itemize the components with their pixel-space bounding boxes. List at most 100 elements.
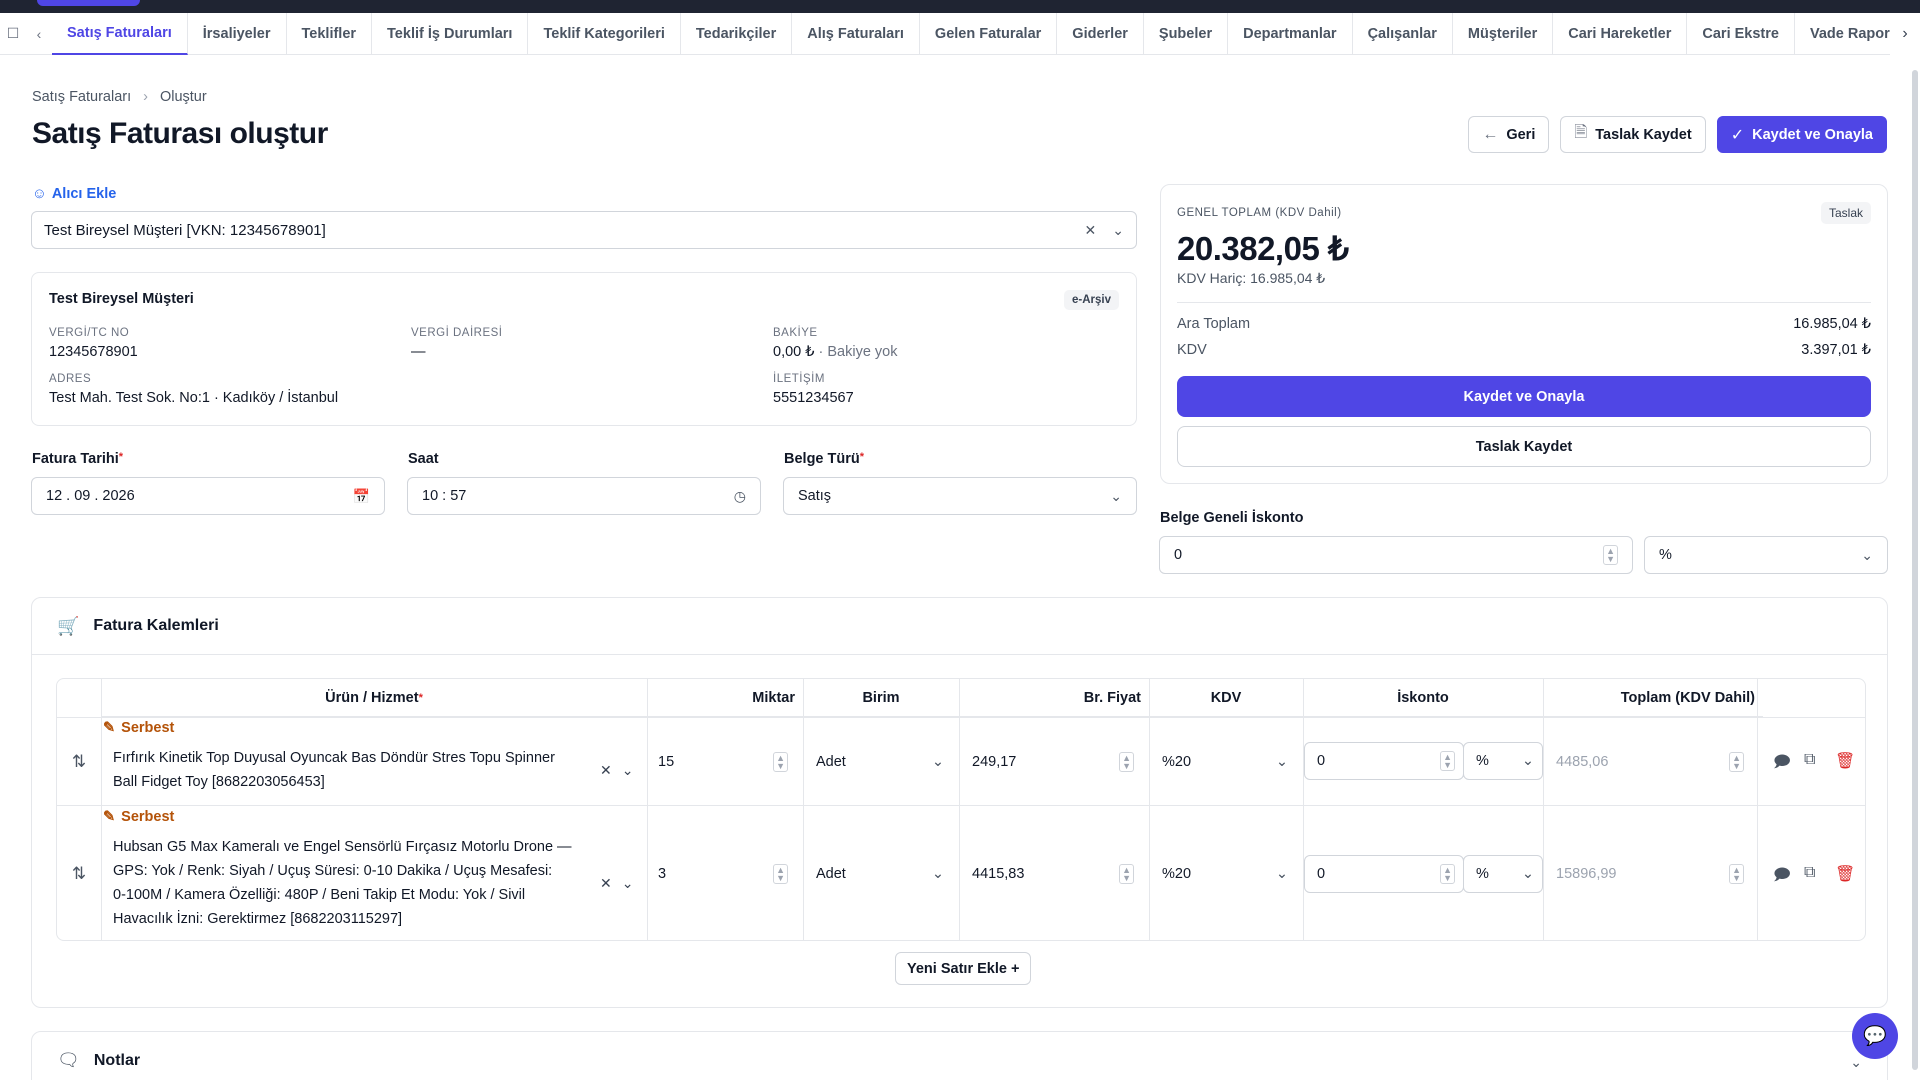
tab-tedarikciler[interactable]: Tedarikçiler (681, 12, 793, 55)
page-scrollbar[interactable] (1912, 70, 1918, 1070)
breadcrumb-parent[interactable]: Satış Faturaları (32, 89, 131, 105)
page-title: Satış Faturası oluştur (32, 117, 328, 150)
save-approve-button[interactable]: ✓ Kaydet ve Onayla (1716, 116, 1887, 153)
save-draft-button[interactable]: 🗎 Taslak Kaydet (1560, 116, 1706, 153)
row-2-discount-unit-select[interactable]: % ⌄ (1463, 855, 1543, 893)
tab-subeler[interactable]: Şubeler (1144, 12, 1229, 55)
stepper-icon[interactable]: ▲ ▼ (1440, 751, 1455, 771)
row-2-price: 4415,83 (972, 866, 1025, 882)
row-2-qty-input[interactable]: 3 ▲ ▼ (648, 806, 802, 940)
clear-icon[interactable]: ✕ (1085, 222, 1097, 239)
row-2-vat-select[interactable]: %20 ⌄ (1150, 806, 1302, 940)
add-recipient-link[interactable]: ☺ Alıcı Ekle (32, 186, 116, 202)
invoice-items-card: 🛒 Fatura Kalemleri Ürün / Hizmet * Miktar… (31, 597, 1888, 1008)
tab-cari-ekstre[interactable]: Cari Ekstre (1687, 12, 1795, 55)
row-1-total-value: 4485,06 (1556, 753, 1609, 770)
comment-icon[interactable]: 🗩 (1773, 864, 1791, 891)
row-2-product-line: Hubsan G5 Max Kameralı ve Engel Sensörlü… (113, 839, 572, 855)
chevron-down-icon[interactable]: ⌄ (1850, 1054, 1862, 1071)
chevron-down-icon: ⌄ (1521, 753, 1534, 769)
clock-icon[interactable]: ◷ (734, 488, 746, 505)
invoice-date-value: 12 . 09 . 2026 (46, 488, 135, 504)
row-1-discount-input[interactable]: 0 ▲ ▼ (1304, 742, 1464, 780)
row-2-price-input[interactable]: 4415,83 ▲ ▼ (960, 806, 1148, 940)
stepper-icon[interactable]: ▲ ▼ (1119, 751, 1134, 772)
chat-button[interactable]: 💬 (1852, 1013, 1898, 1059)
chevron-down-icon[interactable]: ⌄ (622, 762, 634, 779)
doc-discount-unit-select[interactable]: % ⌄ (1644, 536, 1888, 574)
contact-value: 5551234567 (773, 390, 854, 406)
row-2-sort-handle[interactable]: ⇅ (57, 806, 101, 940)
row-1-price-input[interactable]: 249,17 ▲ ▼ (960, 718, 1148, 805)
tabs-scroll-left-icon[interactable]: ‹ (26, 13, 52, 55)
contact-label: İLETİŞİM (773, 373, 825, 385)
header-actions: ← Geri 🗎 Taslak Kaydet ✓ Kaydet ve Onayl… (1468, 116, 1887, 153)
trash-icon[interactable]: 🗑 (1835, 864, 1855, 884)
tab-alis-faturalari[interactable]: Alış Faturaları (792, 12, 920, 55)
time-input[interactable]: 10 : 57 ◷ (407, 477, 761, 515)
row-1-free-tag[interactable]: ✎ Serbest (103, 720, 174, 736)
calendar-icon[interactable]: 📅 (353, 488, 370, 505)
tab-gelen-faturalar[interactable]: Gelen Faturalar (920, 12, 1058, 55)
invoice-date-input[interactable]: 12 . 09 . 2026 📅 (31, 477, 385, 515)
summary-save-draft-button[interactable]: Taslak Kaydet (1177, 426, 1871, 467)
doc-discount-input[interactable]: 0 ▲ ▼ (1159, 536, 1633, 574)
recipient-select-controls: ✕ ⌄ (1085, 222, 1124, 239)
doc-type-select[interactable]: Satış ⌄ (783, 477, 1137, 515)
tab-musteriler[interactable]: Müşteriler (1453, 12, 1554, 55)
add-new-row-button[interactable]: Yeni Satır Ekle + (895, 952, 1032, 985)
row-2-discount-input[interactable]: 0 ▲ ▼ (1304, 855, 1464, 893)
stepper-icon[interactable]: ▲ ▼ (1440, 864, 1455, 884)
col-discount: İskonto (1303, 679, 1543, 717)
tax-no-field: VERGİ/TC NO 12345678901 (49, 327, 138, 360)
tabs-scroll-right-icon[interactable]: › (1890, 12, 1920, 55)
tab-vade-raporu[interactable]: Vade Raporu (1795, 13, 1890, 55)
tab-cari-hareketler[interactable]: Cari Hareketler (1553, 12, 1688, 55)
bookmark-icon[interactable]: ☐ (0, 13, 26, 55)
row-2-product[interactable]: Hubsan G5 Max Kameralı ve Engel Sensörlü… (113, 835, 583, 931)
tab-teklif-is-durumlari[interactable]: Teklif İş Durumları (372, 12, 529, 55)
row-2-vat: %20 (1162, 866, 1192, 882)
row-2-total-value: 15896,99 (1556, 866, 1617, 882)
tab-calisanlar[interactable]: Çalışanlar (1353, 12, 1453, 55)
tab-teklif-kategorileri[interactable]: Teklif Kategorileri (528, 12, 681, 55)
tab-satis-faturalari[interactable]: Satış Faturaları (52, 12, 188, 55)
stepper-icon[interactable]: ▲ ▼ (773, 751, 788, 772)
grand-total: 20.382,05 ₺ (1177, 230, 1349, 267)
row-1-qty-input[interactable]: 15 ▲ ▼ (648, 718, 802, 805)
chevron-down-icon[interactable]: ⌄ (1112, 222, 1124, 239)
trash-icon[interactable]: 🗑 (1835, 751, 1855, 771)
recipient-select[interactable]: Test Bireysel Müşteri [VKN: 12345678901]… (31, 211, 1137, 249)
row-1-product[interactable]: Fırfırık Kinetik Top Duyusal Oyuncak Bas… (113, 746, 583, 794)
tab-teklifler[interactable]: Teklifler (287, 12, 373, 55)
stepper-icon[interactable]: ▲ ▼ (1119, 864, 1134, 884)
col-product-label: Ürün / Hizmet (325, 689, 419, 706)
comment-icon[interactable]: 🗩 (1773, 751, 1791, 778)
invoice-date-label: Fatura Tarihi* (32, 451, 123, 467)
clear-icon[interactable]: ✕ (600, 875, 612, 892)
tab-departmanlar[interactable]: Departmanlar (1228, 12, 1353, 55)
stepper-icon[interactable]: ▲ ▼ (773, 864, 788, 884)
subtotal-value: 16.985,04 ₺ (1793, 316, 1871, 332)
top-bar-indicator[interactable] (37, 0, 140, 6)
back-button[interactable]: ← Geri (1468, 116, 1550, 153)
chevron-down-icon[interactable]: ⌄ (622, 875, 634, 892)
tab-giderler[interactable]: Giderler (1057, 12, 1144, 55)
tab-irsaliyeler[interactable]: İrsaliyeler (188, 12, 287, 55)
row-1-vat-select[interactable]: %20 ⌄ (1150, 718, 1302, 805)
clear-icon[interactable]: ✕ (600, 762, 612, 779)
row-1-sort-handle[interactable]: ⇅ (57, 718, 101, 805)
tax-no-label: VERGİ/TC NO (49, 327, 130, 339)
top-bar (0, 0, 1920, 13)
stepper-icon[interactable]: ▲ ▼ (1603, 545, 1618, 565)
chevron-down-icon: ⌄ (1110, 487, 1122, 504)
row-1-unit-select[interactable]: Adet ⌄ (804, 718, 958, 805)
summary-save-approve-button[interactable]: Kaydet ve Onayla (1177, 376, 1871, 417)
notes-card[interactable]: 🗨 Notlar ⌄ (31, 1031, 1888, 1080)
row-1-discount-unit-select[interactable]: % ⌄ (1463, 742, 1543, 780)
copy-icon[interactable]: ⧉ (1804, 751, 1815, 769)
copy-icon[interactable]: ⧉ (1804, 864, 1815, 882)
row-2-unit-select[interactable]: Adet ⌄ (804, 806, 958, 940)
balance-note: · Bakiye yok (814, 344, 898, 360)
row-2-free-tag[interactable]: ✎ Serbest (103, 809, 174, 825)
